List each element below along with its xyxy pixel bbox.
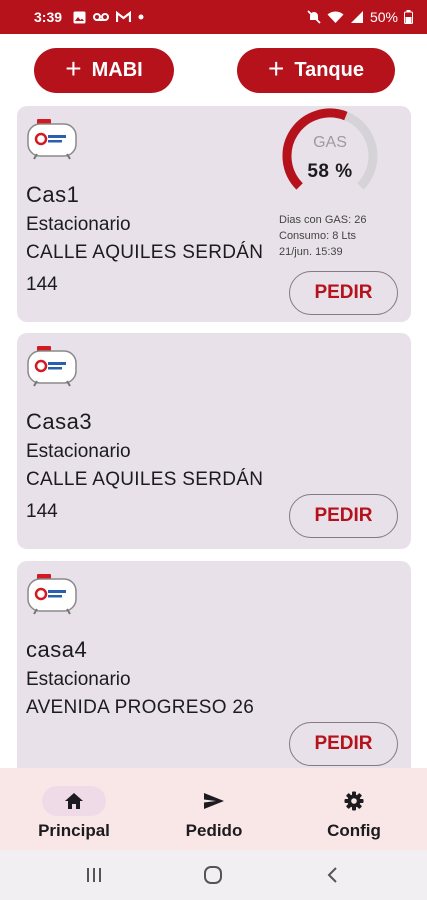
tank-list[interactable]: Cas1 Estacionario CALLE AQUILES SERDÁN 1…	[0, 104, 427, 768]
tank-type: Estacionario	[26, 214, 131, 235]
status-bar: 3:39 50%	[0, 0, 427, 34]
nav-active-indicator	[42, 786, 106, 816]
wifi-icon	[327, 10, 344, 24]
nav-config[interactable]: Config	[310, 768, 398, 850]
add-tanque-label: Tanque	[294, 59, 364, 81]
status-time: 3:39	[34, 9, 63, 25]
add-mabi-label: MABI	[91, 59, 143, 81]
tank-card[interactable]: Cas1 Estacionario CALLE AQUILES SERDÁN 1…	[17, 106, 411, 322]
plus-icon: +	[268, 53, 285, 84]
gas-date: 21/jun. 15:39	[279, 246, 343, 258]
gas-info: Dias con GAS: 26 Consumo: 8 Lts 21/jun. …	[279, 212, 366, 260]
gas-label: GAS	[313, 134, 347, 151]
dot-icon	[138, 14, 144, 20]
recents-icon	[87, 868, 101, 882]
gas-percent: 58 %	[307, 161, 353, 182]
home-circle-icon	[204, 866, 222, 884]
tank-type: Estacionario	[26, 441, 131, 462]
tank-logo-icon	[27, 574, 77, 615]
bottom-nav: Principal Pedido Config	[0, 768, 427, 850]
nav-pedido-icon-wrap	[182, 786, 246, 816]
tank-logo-icon	[27, 119, 77, 160]
gas-gauge: GAS 58 %	[280, 106, 380, 196]
tank-address: CALLE AQUILES SERDÁN	[26, 469, 264, 490]
tank-address-number: 144	[26, 274, 58, 295]
gas-consumption: Consumo: 8 Lts	[279, 230, 357, 242]
gear-icon	[344, 791, 364, 811]
signal-icon	[350, 10, 364, 24]
nav-pedido-label: Pedido	[185, 821, 243, 840]
gas-days: Dias con GAS: 26	[279, 214, 367, 226]
nav-principal[interactable]: Principal	[28, 768, 120, 850]
image-icon	[73, 11, 86, 24]
system-nav-bar	[0, 850, 427, 900]
tank-type: Estacionario	[26, 669, 131, 690]
back-icon	[327, 867, 337, 883]
send-icon	[204, 793, 224, 809]
nav-pedido[interactable]: Pedido	[170, 768, 258, 850]
add-mabi-button[interactable]: + MABI	[34, 48, 174, 93]
pedir-button[interactable]: PEDIR	[289, 722, 398, 766]
battery-text: 50%	[369, 9, 398, 25]
battery-icon	[404, 10, 413, 24]
home-icon	[65, 793, 83, 809]
back-button[interactable]	[322, 864, 344, 886]
pedir-button[interactable]: PEDIR	[289, 271, 398, 315]
tank-address: CALLE AQUILES SERDÁN	[26, 242, 264, 263]
tank-name: Cas1	[26, 182, 80, 207]
nav-config-icon-wrap	[322, 786, 386, 816]
tank-card[interactable]: casa4 Estacionario AVENIDA PROGRESO 26 P…	[17, 561, 411, 768]
gmail-icon	[116, 11, 132, 23]
add-tanque-button[interactable]: + Tanque	[237, 48, 395, 93]
plus-icon: +	[65, 53, 82, 84]
nav-principal-label: Principal	[38, 821, 110, 840]
tank-name: Casa3	[26, 409, 93, 434]
home-system-button[interactable]	[202, 864, 224, 886]
tank-card[interactable]: Casa3 Estacionario CALLE AQUILES SERDÁN …	[17, 333, 411, 549]
tank-name: casa4	[26, 637, 88, 662]
nav-config-label: Config	[327, 821, 381, 840]
voicemail-icon	[93, 12, 110, 22]
tank-address-number: 144	[26, 501, 58, 522]
tank-logo-icon	[27, 346, 77, 387]
pedir-button[interactable]: PEDIR	[289, 494, 398, 538]
mute-icon	[307, 10, 321, 24]
tank-address: AVENIDA PROGRESO 26	[26, 697, 255, 718]
recents-button[interactable]	[83, 864, 105, 886]
